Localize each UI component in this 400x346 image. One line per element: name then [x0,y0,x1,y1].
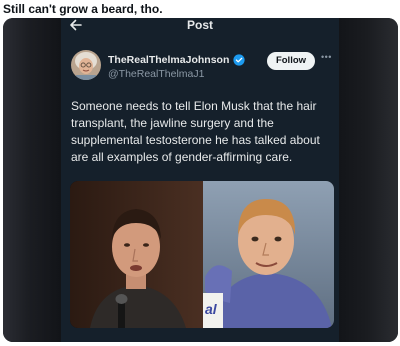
tweet-media[interactable]: al [70,181,334,328]
tweet-text-line: Someone needs to tell Elon Musk that the… [71,99,317,113]
top-bar: Post [61,18,339,40]
tweet-text-line: are all examples of gender-affirming car… [71,150,293,164]
page-title: Post [186,18,213,32]
post-caption: Still can't grow a beard, tho. [3,2,163,16]
young-man-photo: al [203,181,334,328]
more-horizontal-icon[interactable]: ••• [321,52,332,62]
avatar[interactable] [71,50,101,80]
tweet-text-line: transplant, the jawline surgery and the [71,116,274,130]
blurred-background-right [336,18,398,342]
author-display-name[interactable]: TheRealThelmaJohnson [108,54,229,66]
man-speaking-photo [70,181,203,328]
tweet-text: Someone needs to tell Elon Musk that the… [71,98,333,166]
author-handle[interactable]: @TheRealThelmaJ1 [108,68,204,80]
verified-badge-icon [233,54,245,66]
screenshot-frame: Post TheRealThelmaJohnson @TheRealThelma… [3,18,398,342]
sign-text: al [205,301,218,317]
blurred-background-left [3,18,61,342]
tweet-text-line: supplemental testosterone he has talked … [71,133,320,147]
post-screen: Post TheRealThelmaJohnson @TheRealThelma… [61,18,339,342]
follow-button[interactable]: Follow [267,52,315,70]
